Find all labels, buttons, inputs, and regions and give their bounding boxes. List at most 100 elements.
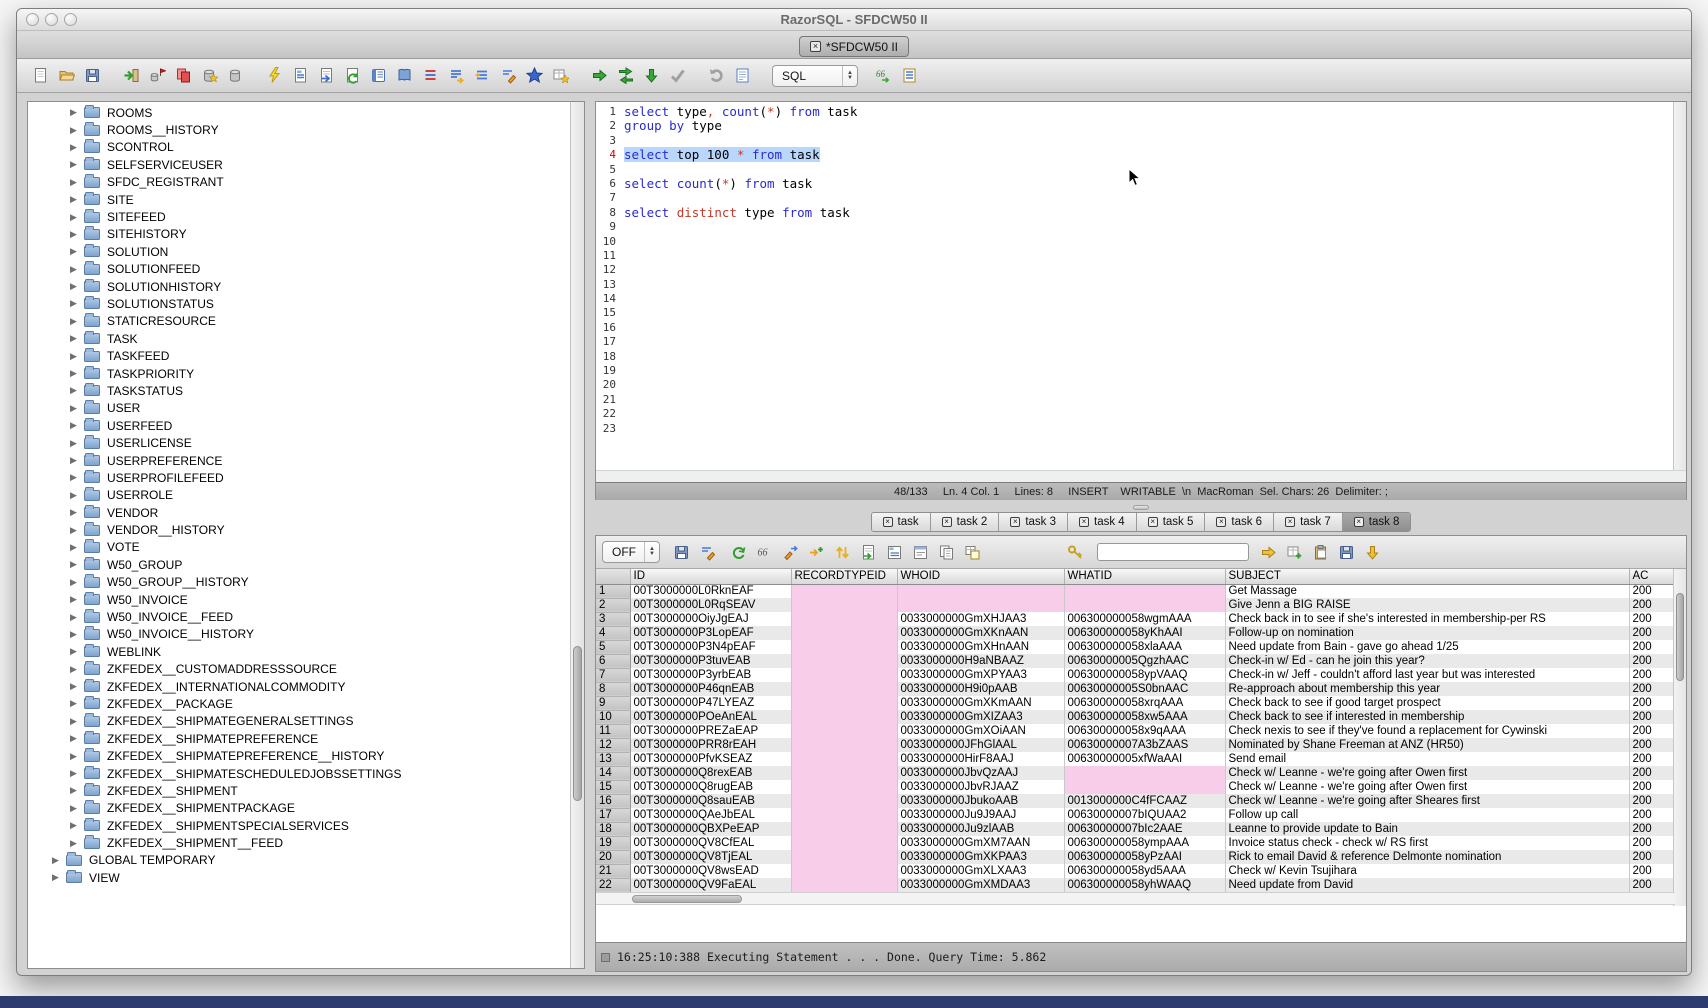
cell[interactable]: 0033000000GmXHJAA3 [897, 612, 1064, 626]
sort-rows-icon[interactable] [833, 543, 852, 562]
cell[interactable]: 0033000000GmXPYAA3 [897, 668, 1064, 682]
tree-item[interactable]: ▶USERPROFILEFEED [28, 469, 570, 486]
table-row[interactable]: 1500T3000000Q8rugEAB0033000000JbvRJAAZCh… [596, 780, 1675, 794]
cell[interactable]: 0033000000GmXOiAAN [897, 724, 1064, 738]
results-tab[interactable]: ×task 2 [931, 513, 1000, 531]
tree-item[interactable]: ▶SCONTROL [28, 139, 570, 156]
cell[interactable] [1064, 598, 1225, 612]
tab-close-icon[interactable]: × [883, 517, 893, 527]
tree-item[interactable]: ▶SFDC_REGISTRANT [28, 174, 570, 191]
cell[interactable]: 00630000005QgzhAAC [1064, 654, 1225, 668]
expand-arrow-icon[interactable]: ▶ [70, 716, 84, 727]
expand-arrow-icon[interactable]: ▶ [70, 246, 84, 257]
row-number[interactable]: 3 [596, 612, 630, 626]
expand-arrow-icon[interactable]: ▶ [70, 298, 84, 309]
tab-close-icon[interactable]: × [1079, 517, 1089, 527]
expand-arrow-icon[interactable]: ▶ [70, 490, 84, 501]
expand-arrow-icon[interactable]: ▶ [70, 420, 84, 431]
tree-item[interactable]: ▶ZKFEDEX__SHIPMATEPREFERENCE [28, 730, 570, 747]
expand-arrow-icon[interactable]: ▶ [70, 785, 84, 796]
tree-item[interactable]: ▶W50_INVOICE__FEED [28, 608, 570, 625]
cell[interactable]: 200 [1629, 584, 1675, 598]
cell[interactable]: 200 [1629, 668, 1675, 682]
table-info-icon[interactable] [885, 543, 904, 562]
cell[interactable] [791, 808, 897, 822]
cell[interactable]: 00630000007bIQUAA2 [1064, 808, 1225, 822]
cell[interactable] [791, 654, 897, 668]
expand-arrow-icon[interactable]: ▶ [52, 872, 66, 883]
tree-item[interactable]: ▶ZKFEDEX__SHIPMENTPACKAGE [28, 800, 570, 817]
sql-editor[interactable]: 1234567891011121314151617181920212223 se… [596, 102, 1674, 470]
cell[interactable]: 0033000000GmXIZAA3 [897, 710, 1064, 724]
export-results-icon[interactable] [1285, 543, 1304, 562]
expand-arrow-icon[interactable]: ▶ [70, 368, 84, 379]
cell[interactable]: 006300000058wgmAAA [1064, 612, 1225, 626]
cell[interactable]: 00T3000000Q8rugEAB [630, 780, 791, 794]
tab-close-icon[interactable]: × [810, 41, 821, 52]
cell[interactable]: 00T3000000P47LYEAZ [630, 696, 791, 710]
expand-arrow-icon[interactable]: ▶ [70, 264, 84, 275]
cell[interactable]: 200 [1629, 598, 1675, 612]
cell[interactable] [791, 612, 897, 626]
table-row[interactable]: 700T3000000P3yrbEAB0033000000GmXPYAA3006… [596, 668, 1675, 682]
row-number[interactable]: 11 [596, 724, 630, 738]
table-row[interactable]: 300T3000000OiyJgEAJ0033000000GmXHJAA3006… [596, 612, 1675, 626]
cell[interactable]: 0033000000HirF8AAJ [897, 752, 1064, 766]
expand-arrow-icon[interactable]: ▶ [70, 751, 84, 762]
tree-item[interactable]: ▶W50_INVOICE [28, 591, 570, 608]
expand-arrow-icon[interactable]: ▶ [70, 455, 84, 466]
cell[interactable]: 00T3000000QBXPeEAP [630, 822, 791, 836]
edit-filter-icon[interactable] [698, 543, 717, 562]
cell[interactable]: 00630000005S0bnAAC [1064, 682, 1225, 696]
expand-arrow-icon[interactable]: ▶ [70, 194, 84, 205]
column-header[interactable]: ID [630, 569, 791, 584]
editor-horizontal-scrollbar[interactable] [596, 470, 1686, 482]
export-table-icon[interactable] [317, 66, 336, 85]
tree-item[interactable]: ▶USER [28, 400, 570, 417]
cell[interactable] [791, 668, 897, 682]
tree-item[interactable]: ▶WEBLINK [28, 643, 570, 660]
create-database-object-icon[interactable] [200, 66, 219, 85]
table-row[interactable]: 1800T3000000QBXPeEAP0033000000Ju9zlAAB00… [596, 822, 1675, 836]
cell[interactable]: 00T3000000L0RknEAF [630, 584, 791, 598]
cell[interactable]: 00T3000000Q8sauEAB [630, 794, 791, 808]
tree-item[interactable]: ▶SITEHISTORY [28, 226, 570, 243]
table-row[interactable]: 1900T3000000QV8CfEAL0033000000GmXM7AAN00… [596, 836, 1675, 850]
tree-item[interactable]: ▶USERPREFERENCE [28, 452, 570, 469]
cell[interactable] [791, 696, 897, 710]
cell[interactable]: 006300000058xrqAAA [1064, 696, 1225, 710]
column-header[interactable]: WHOID [897, 569, 1064, 584]
cell[interactable] [791, 766, 897, 780]
tree-item[interactable]: ▶VIEW [28, 869, 570, 886]
tree-item[interactable]: ▶ROOMS [28, 104, 570, 121]
row-number[interactable]: 16 [596, 794, 630, 808]
tree-item[interactable]: ▶TASKPRIORITY [28, 365, 570, 382]
cell[interactable] [791, 794, 897, 808]
paste-rows-icon[interactable] [1311, 543, 1330, 562]
expand-arrow-icon[interactable]: ▶ [70, 125, 84, 136]
tree-item[interactable]: ▶USERFEED [28, 417, 570, 434]
results-tab[interactable]: ×task 6 [1205, 513, 1274, 531]
cell[interactable]: 0033000000GmXHnAAN [897, 640, 1064, 654]
cell[interactable]: Check w/ Leanne - we're going after Owen… [1225, 766, 1629, 780]
cell[interactable]: 00T3000000QV8wsEAD [630, 864, 791, 878]
cell[interactable]: 00T3000000P3N4pEAF [630, 640, 791, 654]
cell[interactable]: 0033000000H9i0pAAB [897, 682, 1064, 696]
expand-arrow-icon[interactable]: ▶ [70, 542, 84, 553]
tree-item[interactable]: ▶VENDOR__HISTORY [28, 521, 570, 538]
save-changes-icon[interactable] [1337, 543, 1356, 562]
expand-arrow-icon[interactable]: ▶ [70, 333, 84, 344]
row-number[interactable]: 18 [596, 822, 630, 836]
expand-arrow-icon[interactable]: ▶ [70, 612, 84, 623]
table-row[interactable]: 1600T3000000Q8sauEAB0033000000JbukoAAB00… [596, 794, 1675, 808]
cell[interactable]: Nominated by Shane Freeman at ANZ (HR50) [1225, 738, 1629, 752]
cell[interactable]: 0033000000Ju9zlAAB [897, 822, 1064, 836]
expand-arrow-icon[interactable]: ▶ [70, 472, 84, 483]
cell[interactable]: 00T3000000P3yrbEAB [630, 668, 791, 682]
cell[interactable] [791, 822, 897, 836]
cell[interactable]: 006300000058ypVAAQ [1064, 668, 1225, 682]
cell[interactable]: Check w/ Leanne - we're going after Shea… [1225, 794, 1629, 808]
sql-mode-select[interactable]: SQL ▲▼ [772, 65, 858, 87]
documentation-icon[interactable] [395, 66, 414, 85]
execute-fetch-icon[interactable] [642, 66, 661, 85]
